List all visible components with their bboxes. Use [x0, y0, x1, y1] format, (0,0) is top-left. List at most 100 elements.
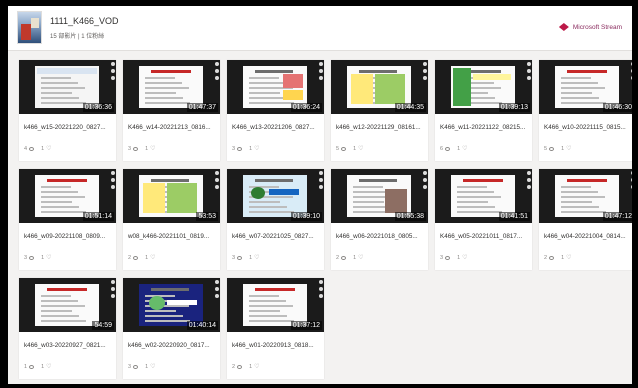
slide-preview [35, 175, 99, 217]
heart-icon[interactable]: ♡ [46, 364, 51, 370]
video-title[interactable]: K466_w10-20221115_0815... [544, 124, 632, 131]
presenter-toolbar [631, 171, 632, 192]
video-stats: 3 1 ♡ [24, 255, 52, 261]
video-thumbnail[interactable]: 01:40:14 [123, 278, 220, 332]
video-title[interactable]: w08_k466-20221101_0819... [128, 233, 216, 240]
heart-icon[interactable]: ♡ [254, 364, 259, 370]
heart-icon[interactable]: ♡ [150, 146, 155, 152]
heart-icon[interactable]: ♡ [46, 146, 51, 152]
video-title[interactable]: k466_w04-20221004_0814... [544, 233, 632, 240]
video-duration: 54:59 [92, 321, 114, 330]
video-duration: 01:37:12 [290, 321, 322, 330]
video-card[interactable]: 01:44:35 k466_w12-20221129_08161... 5 1 ♡ [331, 60, 428, 161]
video-thumbnail[interactable]: 01:41:51 [435, 169, 532, 223]
heart-icon[interactable]: ♡ [566, 146, 571, 152]
eye-icon [445, 256, 451, 260]
view-count: 2 [128, 255, 132, 261]
video-thumbnail[interactable]: 01:39:13 [435, 60, 532, 114]
eye-icon [237, 147, 243, 151]
video-card[interactable]: 01:51:14 k466_w09-20221108_0809... 3 1 ♡ [19, 169, 116, 270]
slide-preview [451, 66, 515, 108]
like-count: 1 [249, 255, 253, 261]
video-card[interactable]: 53:53 w08_k466-20221101_0819... 2 1 ♡ [123, 169, 220, 270]
video-title[interactable]: k466_w15-20221220_0827... [24, 124, 112, 131]
like-count: 1 [353, 255, 357, 261]
video-card[interactable]: 01:39:10 k466_w07-20221025_0827... 3 1 ♡ [227, 169, 324, 270]
view-count: 3 [232, 255, 236, 261]
slide-preview [451, 175, 515, 217]
channel-meta: 15 部影片 | 1 位粉絲 [50, 34, 105, 40]
video-thumbnail[interactable]: 01:47:37 [123, 60, 220, 114]
video-title[interactable]: k466_w09-20221108_0809... [24, 233, 112, 240]
video-thumbnail[interactable]: 54:59 [19, 278, 116, 332]
video-thumbnail[interactable]: 01:36:36 [19, 60, 116, 114]
video-duration: 53:53 [196, 212, 218, 221]
video-card[interactable]: 54:59 k466_w03-20220927_0821... 1 1 ♡ [19, 278, 116, 379]
video-card[interactable]: 01:55:38 k466_w06-20221018_0805... 2 1 ♡ [331, 169, 428, 270]
video-title[interactable]: k466_w07-20221025_0827... [232, 233, 320, 240]
heart-icon[interactable]: ♡ [254, 255, 259, 261]
like-count: 1 [145, 255, 149, 261]
heart-icon[interactable]: ♡ [462, 255, 467, 261]
video-stats: 2 1 ♡ [128, 255, 156, 261]
video-card[interactable]: 01:40:14 k466_w02-20220920_0817... 3 1 ♡ [123, 278, 220, 379]
video-card[interactable]: 01:46:30 K466_w10-20221115_0815... 5 1 ♡ [539, 60, 632, 161]
heart-icon[interactable]: ♡ [150, 255, 155, 261]
video-thumbnail[interactable]: 01:36:24 [227, 60, 324, 114]
video-title[interactable]: k466_w01-20220913_0818... [232, 342, 320, 349]
video-title[interactable]: K466_w14-20221213_0816... [128, 124, 216, 131]
view-count: 6 [440, 146, 444, 152]
presenter-toolbar [527, 171, 531, 192]
video-card[interactable]: 01:37:12 k466_w01-20220913_0818... 2 1 ♡ [227, 278, 324, 379]
video-title[interactable]: k466_w03-20220927_0821... [24, 342, 112, 349]
video-stats: 2 1 ♡ [544, 255, 572, 261]
video-thumbnail[interactable]: 01:47:12 [539, 169, 632, 223]
heart-icon[interactable]: ♡ [46, 255, 51, 261]
like-count: 1 [41, 146, 45, 152]
video-thumbnail[interactable]: 01:51:14 [19, 169, 116, 223]
video-card[interactable]: 01:36:24 K466_w13-20221206_0827... 3 1 ♡ [227, 60, 324, 161]
heart-icon[interactable]: ♡ [150, 364, 155, 370]
stream-icon [558, 23, 569, 31]
video-thumbnail[interactable]: 01:39:10 [227, 169, 324, 223]
video-card[interactable]: 01:47:12 k466_w04-20221004_0814... 2 1 ♡ [539, 169, 632, 270]
video-title[interactable]: k466_w02-20220920_0817... [128, 342, 216, 349]
video-thumbnail[interactable]: 53:53 [123, 169, 220, 223]
heart-icon[interactable]: ♡ [358, 255, 363, 261]
channel-thumbnail[interactable] [17, 11, 42, 44]
video-stats: 3 1 ♡ [232, 255, 260, 261]
presenter-toolbar [527, 62, 531, 83]
video-title[interactable]: k466_w06-20221018_0805... [336, 233, 424, 240]
video-title[interactable]: K466_w05-20221011_0817... [440, 233, 528, 240]
video-stats: 5 1 ♡ [336, 146, 364, 152]
eye-icon [341, 256, 347, 260]
video-card[interactable]: 01:41:51 K466_w05-20221011_0817... 3 1 ♡ [435, 169, 532, 270]
eye-icon [133, 147, 139, 151]
video-card[interactable]: 01:47:37 K466_w14-20221213_0816... 3 1 ♡ [123, 60, 220, 161]
video-title[interactable]: K466_w13-20221206_0827... [232, 124, 320, 131]
video-thumbnail[interactable]: 01:44:35 [331, 60, 428, 114]
video-title[interactable]: K466_w11-20221122_08215... [440, 124, 528, 131]
video-thumbnail[interactable]: 01:46:30 [539, 60, 632, 114]
like-count: 1 [561, 255, 565, 261]
eye-icon [341, 147, 347, 151]
presenter-toolbar [215, 62, 219, 83]
heart-icon[interactable]: ♡ [358, 146, 363, 152]
video-title[interactable]: k466_w12-20221129_08161... [336, 124, 424, 131]
video-card[interactable]: 01:39:13 K466_w11-20221122_08215... 6 1 ♡ [435, 60, 532, 161]
like-count: 1 [353, 146, 357, 152]
heart-icon[interactable]: ♡ [254, 146, 259, 152]
video-thumbnail[interactable]: 01:55:38 [331, 169, 428, 223]
presenter-toolbar [111, 62, 115, 83]
slide-preview [243, 284, 307, 326]
video-thumbnail[interactable]: 01:37:12 [227, 278, 324, 332]
view-count: 5 [336, 146, 340, 152]
microsoft-stream-logo[interactable]: Microsoft Stream [558, 23, 622, 31]
video-card[interactable]: 01:36:36 k466_w15-20221220_0827... 4 1 ♡ [19, 60, 116, 161]
heart-icon[interactable]: ♡ [462, 146, 467, 152]
heart-icon[interactable]: ♡ [566, 255, 571, 261]
slide-preview [243, 175, 307, 217]
video-stats: 5 1 ♡ [544, 146, 572, 152]
eye-icon [549, 256, 555, 260]
eye-icon [237, 365, 243, 369]
